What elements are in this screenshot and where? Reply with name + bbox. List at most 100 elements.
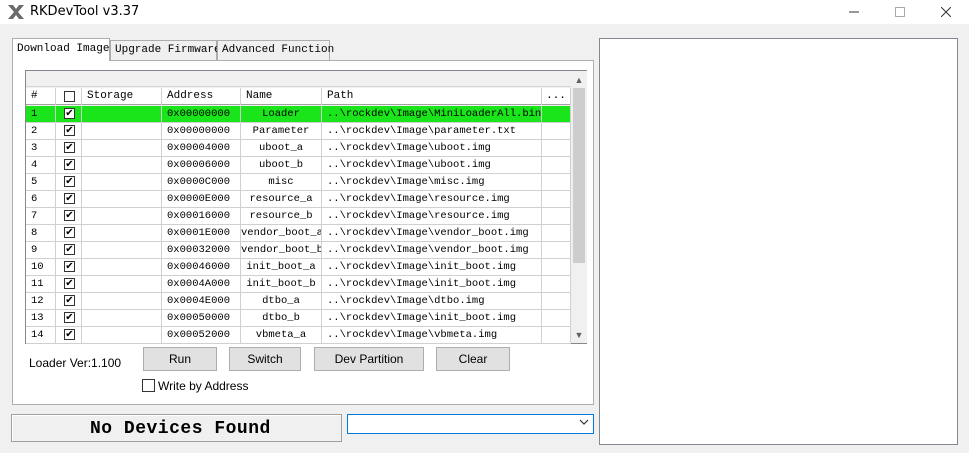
table-row[interactable]: 2 ✔ 0x00000000 Parameter ..\rockdev\Image\pa… xyxy=(26,123,571,140)
row-path[interactable]: ..\rockdev\Image\init_boot.img xyxy=(322,276,542,292)
table-row[interactable]: 9 ✔ 0x00032000 vendor_boot_b ..\rockdev\Imag… xyxy=(26,242,571,259)
table-scrollbar[interactable]: ▲ ▼ xyxy=(571,71,587,343)
row-check-cell[interactable]: ✔ xyxy=(56,225,82,241)
row-checkbox[interactable]: ✔ xyxy=(64,108,75,119)
row-checkbox[interactable]: ✔ xyxy=(64,176,75,187)
header-path[interactable]: Path xyxy=(322,88,542,105)
row-more[interactable] xyxy=(542,327,571,343)
header-storage[interactable]: Storage xyxy=(82,88,162,105)
row-name[interactable]: dtbo_a xyxy=(241,293,322,309)
row-name[interactable]: resource_a xyxy=(241,191,322,207)
row-more[interactable] xyxy=(542,293,571,309)
row-checkbox[interactable]: ✔ xyxy=(64,159,75,170)
row-name[interactable]: vbmeta_a xyxy=(241,327,322,343)
row-check-cell[interactable]: ✔ xyxy=(56,106,82,122)
row-name[interactable]: dtbo_b xyxy=(241,310,322,326)
row-path[interactable]: ..\rockdev\Image\dtbo.img xyxy=(322,293,542,309)
row-more[interactable] xyxy=(542,259,571,275)
row-check-cell[interactable]: ✔ xyxy=(56,157,82,173)
row-storage[interactable] xyxy=(82,140,162,156)
table-row[interactable]: 3 ✔ 0x00004000 uboot_a ..\rockdev\Image\uboo… xyxy=(26,140,571,157)
row-storage[interactable] xyxy=(82,174,162,190)
row-check-cell[interactable]: ✔ xyxy=(56,276,82,292)
row-path[interactable]: ..\rockdev\Image\MiniLoaderAll.bin xyxy=(322,106,542,122)
row-storage[interactable] xyxy=(82,191,162,207)
scroll-thumb[interactable] xyxy=(573,88,585,263)
row-checkbox[interactable]: ✔ xyxy=(64,261,75,272)
row-address[interactable]: 0x00016000 xyxy=(162,208,241,224)
header-select-all[interactable] xyxy=(56,88,82,105)
tab-upgrade-firmware[interactable]: Upgrade Firmware xyxy=(110,40,221,60)
row-more[interactable] xyxy=(542,140,571,156)
row-more[interactable] xyxy=(542,276,571,292)
row-check-cell[interactable]: ✔ xyxy=(56,259,82,275)
row-path[interactable]: ..\rockdev\Image\resource.img xyxy=(322,208,542,224)
row-name[interactable]: uboot_a xyxy=(241,140,322,156)
row-address[interactable]: 0x00052000 xyxy=(162,327,241,343)
row-check-cell[interactable]: ✔ xyxy=(56,191,82,207)
row-check-cell[interactable]: ✔ xyxy=(56,293,82,309)
row-path[interactable]: ..\rockdev\Image\vbmeta.img xyxy=(322,327,542,343)
row-storage[interactable] xyxy=(82,208,162,224)
row-path[interactable]: ..\rockdev\Image\uboot.img xyxy=(322,140,542,156)
table-row[interactable]: 4 ✔ 0x00006000 uboot_b ..\rockdev\Image\uboo… xyxy=(26,157,571,174)
close-button[interactable] xyxy=(923,0,969,24)
row-storage[interactable] xyxy=(82,225,162,241)
row-name[interactable]: Parameter xyxy=(241,123,322,139)
row-more[interactable] xyxy=(542,242,571,258)
row-address[interactable]: 0x0001E000 xyxy=(162,225,241,241)
row-address[interactable]: 0x00000000 xyxy=(162,106,241,122)
maximize-button[interactable] xyxy=(877,0,923,24)
row-checkbox[interactable]: ✔ xyxy=(64,329,75,340)
row-check-cell[interactable]: ✔ xyxy=(56,327,82,343)
header-address[interactable]: Address xyxy=(162,88,241,105)
row-name[interactable]: init_boot_a xyxy=(241,259,322,275)
row-checkbox[interactable]: ✔ xyxy=(64,278,75,289)
row-more[interactable] xyxy=(542,174,571,190)
table-row[interactable]: 5 ✔ 0x0000C000 misc ..\rockdev\Image\misc.im… xyxy=(26,174,571,191)
row-name[interactable]: vendor_boot_a xyxy=(241,225,322,241)
row-more[interactable] xyxy=(542,310,571,326)
row-address[interactable]: 0x0004A000 xyxy=(162,276,241,292)
table-row[interactable]: 1 ✔ 0x00000000 Loader ..\rockdev\Image\MiniL… xyxy=(26,106,571,123)
table-row[interactable]: 10 ✔ 0x00046000 init_boot_a ..\rockdev\Image… xyxy=(26,259,571,276)
select-all-checkbox[interactable] xyxy=(64,91,75,102)
run-button[interactable]: Run xyxy=(143,347,217,371)
row-more[interactable] xyxy=(542,191,571,207)
row-storage[interactable] xyxy=(82,327,162,343)
row-path[interactable]: ..\rockdev\Image\init_boot.img xyxy=(322,310,542,326)
row-address[interactable]: 0x00000000 xyxy=(162,123,241,139)
row-path[interactable]: ..\rockdev\Image\uboot.img xyxy=(322,157,542,173)
scroll-up-icon[interactable]: ▲ xyxy=(571,71,587,88)
table-row[interactable]: 12 ✔ 0x0004E000 dtbo_a ..\rockdev\Image\dtbo… xyxy=(26,293,571,310)
row-address[interactable]: 0x00006000 xyxy=(162,157,241,173)
chevron-down-icon[interactable] xyxy=(579,417,589,430)
minimize-button[interactable] xyxy=(831,0,877,24)
row-address[interactable]: 0x0004E000 xyxy=(162,293,241,309)
row-check-cell[interactable]: ✔ xyxy=(56,208,82,224)
row-path[interactable]: ..\rockdev\Image\vendor_boot.img xyxy=(322,242,542,258)
row-checkbox[interactable]: ✔ xyxy=(64,210,75,221)
header-more[interactable]: ... xyxy=(542,88,571,105)
header-name[interactable]: Name xyxy=(241,88,322,105)
row-storage[interactable] xyxy=(82,310,162,326)
row-checkbox[interactable]: ✔ xyxy=(64,193,75,204)
row-checkbox[interactable]: ✔ xyxy=(64,125,75,136)
row-storage[interactable] xyxy=(82,157,162,173)
row-more[interactable] xyxy=(542,157,571,173)
row-checkbox[interactable]: ✔ xyxy=(64,142,75,153)
row-path[interactable]: ..\rockdev\Image\resource.img xyxy=(322,191,542,207)
row-path[interactable]: ..\rockdev\Image\vendor_boot.img xyxy=(322,225,542,241)
row-check-cell[interactable]: ✔ xyxy=(56,174,82,190)
row-checkbox[interactable]: ✔ xyxy=(64,312,75,323)
row-address[interactable]: 0x00046000 xyxy=(162,259,241,275)
row-address[interactable]: 0x00032000 xyxy=(162,242,241,258)
row-storage[interactable] xyxy=(82,293,162,309)
row-address[interactable]: 0x00050000 xyxy=(162,310,241,326)
row-storage[interactable] xyxy=(82,276,162,292)
table-row[interactable]: 13 ✔ 0x00050000 dtbo_b ..\rockdev\Image\init… xyxy=(26,310,571,327)
write-by-address-checkbox[interactable] xyxy=(142,379,155,392)
row-address[interactable]: 0x0000C000 xyxy=(162,174,241,190)
clear-button[interactable]: Clear xyxy=(436,347,510,371)
row-check-cell[interactable]: ✔ xyxy=(56,123,82,139)
